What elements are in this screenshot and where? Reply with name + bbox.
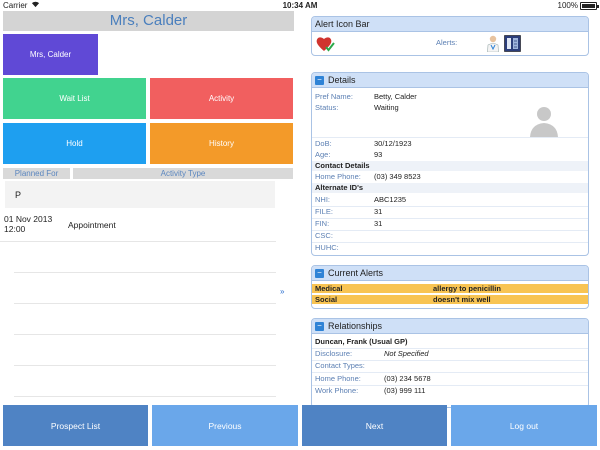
column-header-activity-type[interactable]: Activity Type [73,168,293,179]
clock: 10:34 AM [282,1,318,10]
panel-header[interactable]: − Details [312,73,588,88]
collapse-icon[interactable]: − [315,268,324,278]
collapse-icon[interactable]: − [315,321,324,331]
panel-title: Current Alerts [328,267,384,278]
heart-alert-icon[interactable] [315,35,335,53]
alert-row[interactable]: Social doesn't mix well [312,294,588,304]
patient-title: Mrs, Calder [3,11,294,31]
details-panel: − Details Pref Name: Betty, Calder Statu… [311,72,589,256]
activity-button[interactable]: Activity [150,78,293,119]
hold-button[interactable]: Hold [3,123,146,164]
relationships-panel: − Relationships Duncan, Frank (Usual GP)… [311,318,589,408]
battery-percentage: 100% [557,1,578,10]
next-button[interactable]: Next [302,405,447,446]
section-contact-details: Contact Details [312,161,588,171]
current-alerts-panel: − Current Alerts Medical allergy to peni… [311,265,589,309]
list-group-label: P [15,190,22,200]
collapse-icon[interactable]: − [315,75,324,85]
panel-header[interactable]: − Relationships [312,319,588,334]
appointment-date: 01 Nov 2013 [4,214,53,224]
empty-row-divider [14,365,276,366]
empty-row-divider [14,303,276,304]
previous-button[interactable]: Previous [152,405,298,446]
column-header-planned-for[interactable]: Planned For [3,168,70,179]
relationship-name: Duncan, Frank (Usual GP) [312,337,588,347]
medical-record-icon[interactable] [504,35,521,52]
list-item[interactable]: 01 Nov 2013 12:00 Appointment [0,210,276,242]
panel-title: Alert Icon Bar [315,18,370,29]
empty-row-divider [14,272,276,273]
alert-icon-bar-panel: Alert Icon Bar Alerts: [311,16,589,56]
patient-tile-button[interactable]: Mrs, Calder [3,34,98,75]
history-button[interactable]: History [150,123,293,164]
log-out-button[interactable]: Log out [451,405,597,446]
battery-icon [580,2,599,10]
avatar [530,107,558,137]
section-alternate-ids: Alternate ID's [312,183,588,193]
wait-list-button[interactable]: Wait List [3,78,146,119]
alert-row[interactable]: Medical allergy to penicillin [312,283,588,293]
empty-row-divider [14,334,276,335]
list-group-header: P [5,181,275,208]
alert-description: doesn't mix well [433,295,491,304]
more-link[interactable]: » [280,287,284,296]
panel-header[interactable]: − Current Alerts [312,266,588,281]
empty-row-divider [14,396,276,397]
alert-type: Social [315,295,338,304]
alert-description: allergy to penicillin [433,284,501,293]
alerts-label: Alerts: [436,38,458,47]
prospect-list-button[interactable]: Prospect List [3,405,148,446]
panel-header: Alert Icon Bar [312,17,588,32]
panel-title: Details [328,74,356,85]
alert-type: Medical [315,284,343,293]
appointment-type: Appointment [68,220,116,230]
panel-title: Relationships [328,320,383,331]
doctor-icon[interactable] [486,35,500,52]
appointment-time: 12:00 [4,224,26,234]
